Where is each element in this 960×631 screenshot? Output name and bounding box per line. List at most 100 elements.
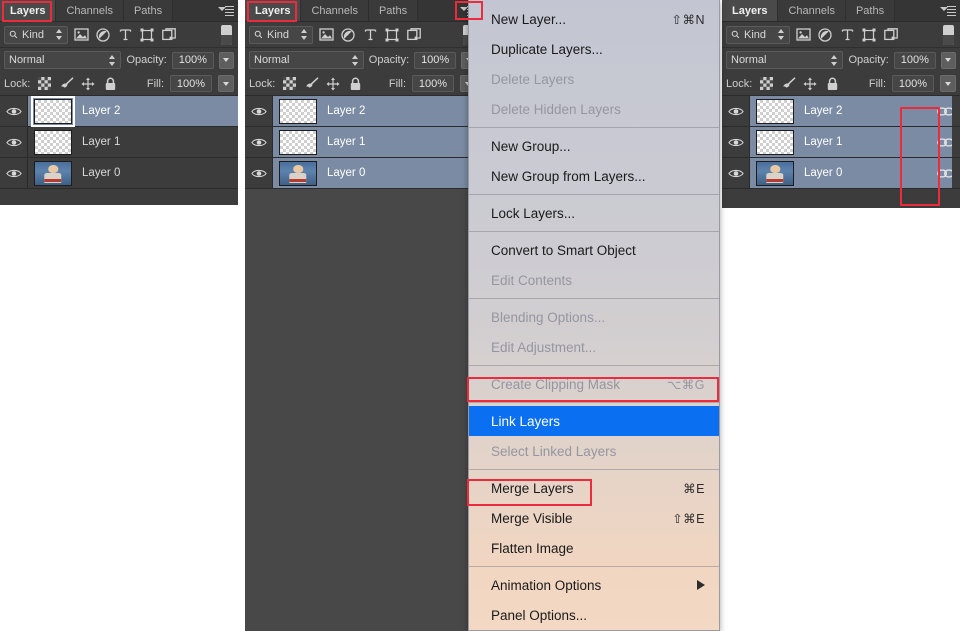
lock-position-move-icon[interactable] <box>325 76 341 92</box>
filter-shape-layers-icon[interactable] <box>383 26 401 44</box>
lock-position-move-icon[interactable] <box>802 76 818 92</box>
layer-name[interactable]: Layer 0 <box>327 167 365 179</box>
fill-dropdown-button[interactable] <box>940 75 956 92</box>
filter-pixel-layers-icon[interactable] <box>794 26 812 44</box>
layer-row[interactable]: Layer 0 <box>0 158 238 189</box>
lock-all-padlock-icon[interactable] <box>347 76 363 92</box>
layer-row[interactable]: Layer 2 <box>0 95 238 127</box>
lock-image-pixels-brush-icon[interactable] <box>303 76 319 92</box>
layer-visibility-toggle[interactable] <box>245 96 273 126</box>
menu-item-new-group-from-layers[interactable]: New Group from Layers... <box>469 161 719 191</box>
layer-name[interactable]: Layer 1 <box>82 136 120 148</box>
tab-channels[interactable]: Channels <box>778 0 846 21</box>
lock-image-pixels-brush-icon[interactable] <box>780 76 796 92</box>
layer-row[interactable]: Layer 1 <box>245 127 480 158</box>
filter-toggle-switch[interactable] <box>221 24 232 45</box>
layer-thumbnail[interactable] <box>34 129 72 155</box>
layer-name[interactable]: Layer 2 <box>327 105 365 117</box>
filter-kind-select[interactable]: Kind <box>4 25 68 44</box>
menu-item-flatten-image[interactable]: Flatten Image <box>469 533 719 563</box>
panel-menu-button[interactable] <box>214 0 238 21</box>
lock-transparent-pixels-icon[interactable] <box>281 76 297 92</box>
filter-kind-select[interactable]: Kind <box>249 25 313 44</box>
blend-mode-select[interactable]: Normal <box>4 51 122 69</box>
tab-layers[interactable]: Layers <box>0 0 57 21</box>
layer-name[interactable]: Layer 2 <box>82 105 120 117</box>
layer-row[interactable]: Layer 1 <box>0 127 238 158</box>
blend-mode-select[interactable]: Normal <box>726 51 844 69</box>
filter-shape-layers-icon[interactable] <box>860 26 878 44</box>
filter-type-layers-icon[interactable] <box>361 26 379 44</box>
layer-visibility-toggle[interactable] <box>722 158 750 188</box>
layer-name[interactable]: Layer 0 <box>804 167 842 179</box>
filter-pixel-layers-icon[interactable] <box>317 26 335 44</box>
menu-item-lock-layers[interactable]: Lock Layers... <box>469 198 719 228</box>
lock-image-pixels-brush-icon[interactable] <box>58 76 74 92</box>
layer-name[interactable]: Layer 0 <box>82 167 120 179</box>
menu-item-convert-to-smart-object[interactable]: Convert to Smart Object <box>469 235 719 265</box>
lock-position-move-icon[interactable] <box>80 76 96 92</box>
opacity-value[interactable]: 100% <box>893 51 936 69</box>
layer-visibility-toggle[interactable] <box>0 127 28 157</box>
layer-visibility-toggle[interactable] <box>0 96 28 126</box>
filter-pixel-layers-icon[interactable] <box>72 26 90 44</box>
filter-toggle-switch[interactable] <box>943 24 954 45</box>
layer-thumbnail[interactable] <box>756 129 794 155</box>
menu-item-duplicate-layers[interactable]: Duplicate Layers... <box>469 34 719 64</box>
tab-layers[interactable]: Layers <box>245 0 302 21</box>
tab-paths[interactable]: Paths <box>123 0 174 21</box>
lock-all-padlock-icon[interactable] <box>102 76 118 92</box>
menu-item-animation-options[interactable]: Animation Options <box>469 570 719 600</box>
layer-thumbnail[interactable] <box>756 98 794 124</box>
panel-scroll-gutter[interactable] <box>952 127 960 157</box>
panel-scroll-gutter[interactable] <box>952 158 960 188</box>
layer-thumbnail[interactable] <box>756 160 794 186</box>
menu-item-merge-visible[interactable]: Merge Visible ⇧⌘E <box>469 503 719 533</box>
layer-visibility-toggle[interactable] <box>722 127 750 157</box>
fill-value[interactable]: 100% <box>412 75 454 92</box>
layer-thumbnail[interactable] <box>31 95 75 127</box>
layer-row[interactable]: Layer 0 <box>722 158 960 189</box>
menu-item-link-layers[interactable]: Link Layers <box>469 406 719 436</box>
tab-channels[interactable]: Channels <box>301 0 369 21</box>
layer-visibility-toggle[interactable] <box>0 158 28 188</box>
filter-smart-objects-icon[interactable] <box>160 26 178 44</box>
filter-smart-objects-icon[interactable] <box>405 26 423 44</box>
layer-visibility-toggle[interactable] <box>722 96 750 126</box>
layer-row[interactable]: Layer 0 <box>245 158 480 189</box>
layer-thumbnail[interactable] <box>279 160 317 186</box>
opacity-value[interactable]: 100% <box>414 51 457 69</box>
filter-kind-select[interactable]: Kind <box>726 25 790 44</box>
menu-item-new-layer[interactable]: New Layer... ⇧⌘N <box>469 4 719 34</box>
layer-name[interactable]: Layer 1 <box>327 136 365 148</box>
layer-name[interactable]: Layer 1 <box>804 136 842 148</box>
filter-adjustment-layers-icon[interactable] <box>816 26 834 44</box>
opacity-dropdown-button[interactable] <box>218 51 234 69</box>
blend-mode-select[interactable]: Normal <box>249 51 364 69</box>
layer-row[interactable]: Layer 1 <box>722 127 960 158</box>
layer-thumbnail[interactable] <box>279 129 317 155</box>
filter-adjustment-layers-icon[interactable] <box>339 26 357 44</box>
menu-item-panel-options[interactable]: Panel Options... <box>469 600 719 630</box>
menu-item-merge-layers[interactable]: Merge Layers ⌘E <box>469 473 719 503</box>
layer-thumbnail[interactable] <box>279 98 317 124</box>
lock-transparent-pixels-icon[interactable] <box>758 76 774 92</box>
fill-dropdown-button[interactable] <box>218 75 234 92</box>
lock-all-padlock-icon[interactable] <box>824 76 840 92</box>
tab-layers[interactable]: Layers <box>722 0 779 21</box>
panel-scroll-gutter[interactable] <box>952 96 960 126</box>
layer-row[interactable]: Layer 2 <box>245 96 480 127</box>
tab-channels[interactable]: Channels <box>56 0 124 21</box>
lock-transparent-pixels-icon[interactable] <box>36 76 52 92</box>
fill-value[interactable]: 100% <box>170 75 212 92</box>
layer-visibility-toggle[interactable] <box>245 127 273 157</box>
filter-type-layers-icon[interactable] <box>116 26 134 44</box>
panel-menu-button[interactable] <box>936 0 960 21</box>
layer-visibility-toggle[interactable] <box>245 158 273 188</box>
fill-value[interactable]: 100% <box>892 75 934 92</box>
layer-thumbnail[interactable] <box>34 160 72 186</box>
layer-row[interactable]: Layer 2 <box>722 96 960 127</box>
tab-paths[interactable]: Paths <box>368 0 419 21</box>
menu-item-new-group[interactable]: New Group... <box>469 131 719 161</box>
filter-adjustment-layers-icon[interactable] <box>94 26 112 44</box>
